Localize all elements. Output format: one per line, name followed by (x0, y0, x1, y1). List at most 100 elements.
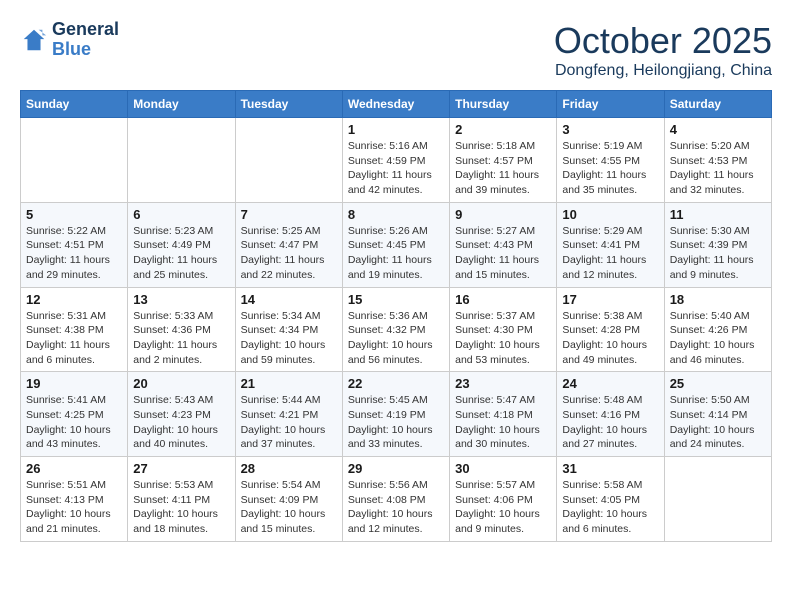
logo-text-blue: Blue (52, 40, 119, 60)
header-wednesday: Wednesday (342, 91, 449, 118)
day-number: 1 (348, 122, 444, 137)
day-cell (664, 457, 771, 542)
day-number: 9 (455, 207, 551, 222)
day-info: Sunrise: 5:51 AM Sunset: 4:13 PM Dayligh… (26, 478, 122, 537)
day-number: 3 (562, 122, 658, 137)
day-info: Sunrise: 5:22 AM Sunset: 4:51 PM Dayligh… (26, 224, 122, 283)
day-info: Sunrise: 5:48 AM Sunset: 4:16 PM Dayligh… (562, 393, 658, 452)
day-cell: 18 Sunrise: 5:40 AM Sunset: 4:26 PM Dayli… (664, 287, 771, 372)
day-number: 18 (670, 292, 766, 307)
day-cell (235, 118, 342, 203)
day-cell: 15Sunrise: 5:36 AM Sunset: 4:32 PM Dayli… (342, 287, 449, 372)
day-info: Sunrise: 5:53 AM Sunset: 4:11 PM Dayligh… (133, 478, 229, 537)
day-info: Sunrise: 5:30 AM Sunset: 4:39 PM Dayligh… (670, 224, 766, 283)
day-info: Sunrise: 5:56 AM Sunset: 4:08 PM Dayligh… (348, 478, 444, 537)
day-cell: 17Sunrise: 5:38 AM Sunset: 4:28 PM Dayli… (557, 287, 664, 372)
day-cell: 11 Sunrise: 5:30 AM Sunset: 4:39 PM Dayli… (664, 202, 771, 287)
day-number: 19 (26, 376, 122, 391)
day-number: 14 (241, 292, 337, 307)
day-number: 15 (348, 292, 444, 307)
logo: General Blue (20, 20, 119, 60)
day-number: 20 (133, 376, 229, 391)
day-cell: 6Sunrise: 5:23 AM Sunset: 4:49 PM Daylig… (128, 202, 235, 287)
day-cell: 31Sunrise: 5:58 AM Sunset: 4:05 PM Dayli… (557, 457, 664, 542)
day-number: 25 (670, 376, 766, 391)
day-cell: 24 Sunrise: 5:48 AM Sunset: 4:16 PM Dayli… (557, 372, 664, 457)
day-cell: 1 Sunrise: 5:16 AM Sunset: 4:59 PM Daylig… (342, 118, 449, 203)
day-cell: 21Sunrise: 5:44 AM Sunset: 4:21 PM Dayli… (235, 372, 342, 457)
day-number: 7 (241, 207, 337, 222)
week-row-5: 26 Sunrise: 5:51 AM Sunset: 4:13 PM Dayli… (21, 457, 772, 542)
day-cell: 14 Sunrise: 5:34 AM Sunset: 4:34 PM Dayli… (235, 287, 342, 372)
day-cell: 16 Sunrise: 5:37 AM Sunset: 4:30 PM Dayli… (450, 287, 557, 372)
header-tuesday: Tuesday (235, 91, 342, 118)
header-monday: Monday (128, 91, 235, 118)
day-number: 12 (26, 292, 122, 307)
logo-icon (20, 26, 48, 54)
day-cell: 25 Sunrise: 5:50 AM Sunset: 4:14 PM Dayli… (664, 372, 771, 457)
day-cell: 13 Sunrise: 5:33 AM Sunset: 4:36 PM Dayli… (128, 287, 235, 372)
day-info: Sunrise: 5:54 AM Sunset: 4:09 PM Dayligh… (241, 478, 337, 537)
day-info: Sunrise: 5:25 AM Sunset: 4:47 PM Dayligh… (241, 224, 337, 283)
day-cell: 29 Sunrise: 5:56 AM Sunset: 4:08 PM Dayli… (342, 457, 449, 542)
day-cell: 9Sunrise: 5:27 AM Sunset: 4:43 PM Daylig… (450, 202, 557, 287)
header-thursday: Thursday (450, 91, 557, 118)
day-info: Sunrise: 5:57 AM Sunset: 4:06 PM Dayligh… (455, 478, 551, 537)
week-row-1: 1 Sunrise: 5:16 AM Sunset: 4:59 PM Daylig… (21, 118, 772, 203)
day-number: 2 (455, 122, 551, 137)
day-cell: 19Sunrise: 5:41 AM Sunset: 4:25 PM Dayli… (21, 372, 128, 457)
calendar-table: SundayMondayTuesdayWednesdayThursdayFrid… (20, 90, 772, 542)
day-info: Sunrise: 5:33 AM Sunset: 4:36 PM Dayligh… (133, 309, 229, 368)
day-info: Sunrise: 5:34 AM Sunset: 4:34 PM Dayligh… (241, 309, 337, 368)
day-info: Sunrise: 5:31 AM Sunset: 4:38 PM Dayligh… (26, 309, 122, 368)
week-row-2: 5 Sunrise: 5:22 AM Sunset: 4:51 PM Daylig… (21, 202, 772, 287)
day-cell: 26 Sunrise: 5:51 AM Sunset: 4:13 PM Dayli… (21, 457, 128, 542)
day-number: 5 (26, 207, 122, 222)
day-info: Sunrise: 5:40 AM Sunset: 4:26 PM Dayligh… (670, 309, 766, 368)
day-info: Sunrise: 5:20 AM Sunset: 4:53 PM Dayligh… (670, 139, 766, 198)
day-cell: 10 Sunrise: 5:29 AM Sunset: 4:41 PM Dayli… (557, 202, 664, 287)
header-friday: Friday (557, 91, 664, 118)
day-number: 26 (26, 461, 122, 476)
day-info: Sunrise: 5:16 AM Sunset: 4:59 PM Dayligh… (348, 139, 444, 198)
page-header: General Blue October 2025 Dongfeng, Heil… (20, 20, 772, 80)
day-number: 24 (562, 376, 658, 391)
header-sunday: Sunday (21, 91, 128, 118)
day-number: 10 (562, 207, 658, 222)
day-cell (128, 118, 235, 203)
day-cell: 7 Sunrise: 5:25 AM Sunset: 4:47 PM Daylig… (235, 202, 342, 287)
day-info: Sunrise: 5:23 AM Sunset: 4:49 PM Dayligh… (133, 224, 229, 283)
title-block: October 2025 Dongfeng, Heilongjiang, Chi… (554, 20, 772, 80)
day-info: Sunrise: 5:45 AM Sunset: 4:19 PM Dayligh… (348, 393, 444, 452)
day-cell: 27 Sunrise: 5:53 AM Sunset: 4:11 PM Dayli… (128, 457, 235, 542)
day-cell: 22Sunrise: 5:45 AM Sunset: 4:19 PM Dayli… (342, 372, 449, 457)
day-number: 21 (241, 376, 337, 391)
day-number: 23 (455, 376, 551, 391)
day-cell: 12 Sunrise: 5:31 AM Sunset: 4:38 PM Dayli… (21, 287, 128, 372)
day-info: Sunrise: 5:18 AM Sunset: 4:57 PM Dayligh… (455, 139, 551, 198)
location: Dongfeng, Heilongjiang, China (554, 62, 772, 80)
day-info: Sunrise: 5:19 AM Sunset: 4:55 PM Dayligh… (562, 139, 658, 198)
day-number: 13 (133, 292, 229, 307)
day-info: Sunrise: 5:38 AM Sunset: 4:28 PM Dayligh… (562, 309, 658, 368)
day-info: Sunrise: 5:43 AM Sunset: 4:23 PM Dayligh… (133, 393, 229, 452)
day-number: 11 (670, 207, 766, 222)
logo-text-general: General (52, 20, 119, 40)
day-cell: 4Sunrise: 5:20 AM Sunset: 4:53 PM Daylig… (664, 118, 771, 203)
day-cell: 28Sunrise: 5:54 AM Sunset: 4:09 PM Dayli… (235, 457, 342, 542)
day-cell: 3 Sunrise: 5:19 AM Sunset: 4:55 PM Daylig… (557, 118, 664, 203)
day-info: Sunrise: 5:37 AM Sunset: 4:30 PM Dayligh… (455, 309, 551, 368)
day-number: 8 (348, 207, 444, 222)
week-row-4: 19Sunrise: 5:41 AM Sunset: 4:25 PM Dayli… (21, 372, 772, 457)
header-saturday: Saturday (664, 91, 771, 118)
calendar-header-row: SundayMondayTuesdayWednesdayThursdayFrid… (21, 91, 772, 118)
day-number: 16 (455, 292, 551, 307)
day-info: Sunrise: 5:29 AM Sunset: 4:41 PM Dayligh… (562, 224, 658, 283)
day-info: Sunrise: 5:58 AM Sunset: 4:05 PM Dayligh… (562, 478, 658, 537)
day-info: Sunrise: 5:50 AM Sunset: 4:14 PM Dayligh… (670, 393, 766, 452)
day-number: 29 (348, 461, 444, 476)
day-cell: 23 Sunrise: 5:47 AM Sunset: 4:18 PM Dayli… (450, 372, 557, 457)
day-number: 27 (133, 461, 229, 476)
day-info: Sunrise: 5:47 AM Sunset: 4:18 PM Dayligh… (455, 393, 551, 452)
day-cell: 2 Sunrise: 5:18 AM Sunset: 4:57 PM Daylig… (450, 118, 557, 203)
